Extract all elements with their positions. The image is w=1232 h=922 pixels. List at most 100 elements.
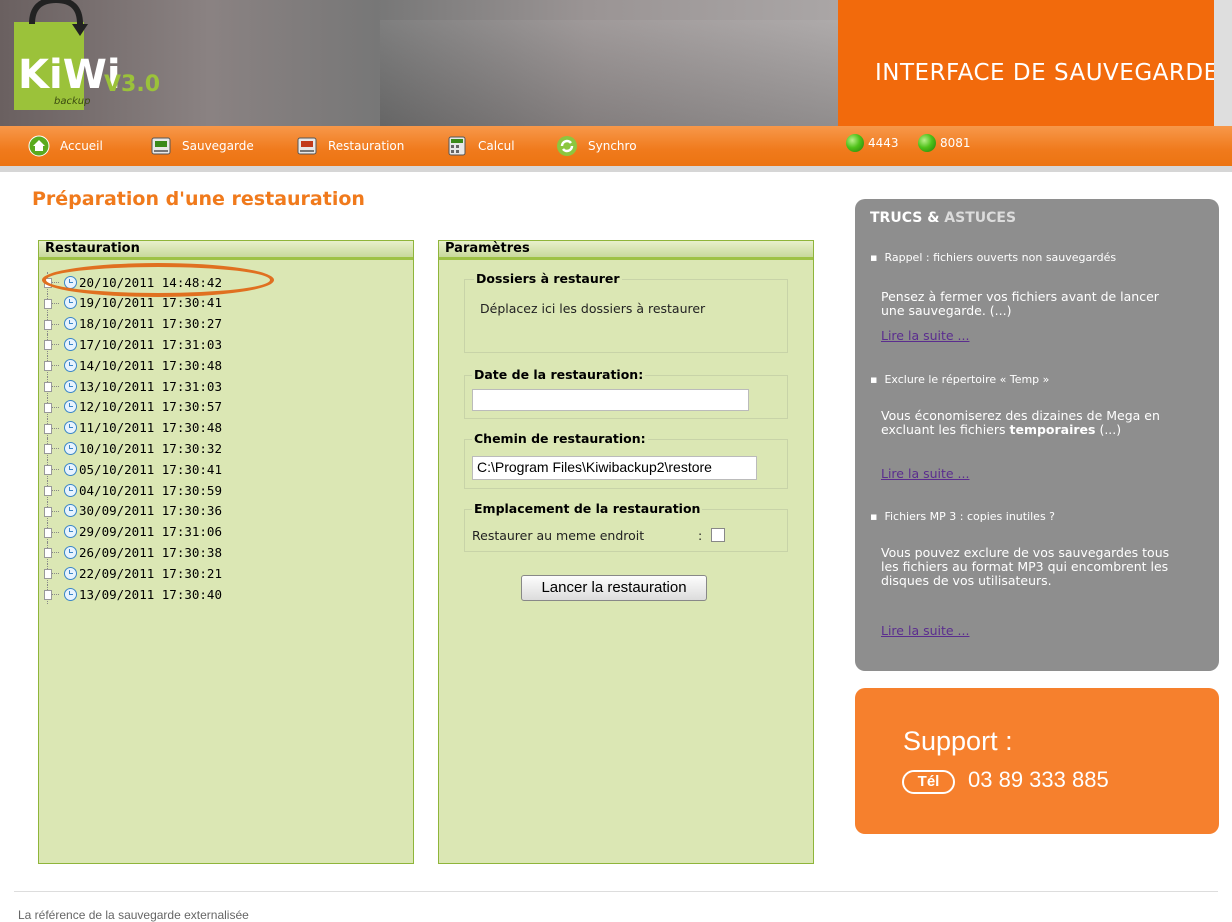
- nav-item-calcul[interactable]: Calcul: [446, 135, 515, 157]
- tree-item-label[interactable]: 22/09/2011 17:30:21: [79, 566, 222, 581]
- clock-icon: [64, 337, 77, 351]
- tree-connector[interactable]: [44, 542, 64, 563]
- clock-icon: [64, 504, 77, 518]
- chemin-legend: Chemin de restauration:: [472, 431, 648, 446]
- tip-3-link[interactable]: Lire la suite ...: [881, 623, 969, 638]
- server-status-4443: 4443: [846, 134, 899, 152]
- tip-1-link[interactable]: Lire la suite ...: [881, 328, 969, 343]
- tree-item-label[interactable]: 13/09/2011 17:30:40: [79, 587, 222, 602]
- kiwi-logo[interactable]: KiWi backup V3.0: [14, 0, 194, 120]
- tree-item[interactable]: 22/09/2011 17:30:21: [44, 563, 222, 584]
- clock-icon: [64, 441, 77, 455]
- date-input[interactable]: [472, 389, 749, 411]
- same-location-checkbox[interactable]: [711, 528, 725, 542]
- footer-text: La référence de la sauvegarde externalis…: [18, 908, 249, 922]
- tip-body-bold: temporaires: [1009, 422, 1096, 437]
- support-phone[interactable]: 03 89 333 885: [968, 767, 1109, 793]
- tree-connector[interactable]: [44, 417, 64, 438]
- tree-connector[interactable]: [44, 334, 64, 355]
- tree-item-label[interactable]: 12/10/2011 17:30:57: [79, 399, 222, 414]
- tree-item[interactable]: 05/10/2011 17:30:41: [44, 459, 222, 480]
- tree-item-label[interactable]: 30/09/2011 17:30:36: [79, 503, 222, 518]
- sync-icon: [557, 136, 577, 156]
- tree-connector[interactable]: [44, 480, 64, 500]
- tree-connector[interactable]: [44, 396, 64, 417]
- server-status-8081: 8081: [918, 134, 971, 152]
- header-title: INTERFACE DE SAUVEGARDE: [875, 60, 1219, 86]
- tip-2-head: ▪ Exclure le répertoire « Temp »: [870, 373, 1050, 386]
- nav-label: Accueil: [60, 139, 103, 153]
- dossiers-dropzone[interactable]: [464, 279, 788, 353]
- tree-item[interactable]: 10/10/2011 17:30:32: [44, 438, 222, 459]
- status-dot-icon: [846, 134, 864, 152]
- tree-item[interactable]: 30/09/2011 17:30:36: [44, 500, 222, 521]
- tree-item-label[interactable]: 05/10/2011 17:30:41: [79, 462, 222, 477]
- tree-item[interactable]: 13/09/2011 17:30:40: [44, 584, 222, 604]
- tips-title-a: TRUCS &: [870, 210, 945, 226]
- tree-item-label[interactable]: 04/10/2011 17:30:59: [79, 483, 222, 498]
- clock-icon: [64, 483, 77, 497]
- tip-head-text: Fichiers MP 3 : copies inutiles ?: [884, 510, 1056, 523]
- tip-3-head: ▪ Fichiers MP 3 : copies inutiles ?: [870, 510, 1056, 523]
- backup-icon: [151, 137, 171, 155]
- nav-item-restauration[interactable]: Restauration: [296, 135, 404, 157]
- tree-item[interactable]: 14/10/2011 17:30:48: [44, 355, 222, 376]
- tree-connector[interactable]: [44, 500, 64, 521]
- chemin-input[interactable]: C:\Program Files\Kiwibackup2\restore: [472, 456, 757, 480]
- header: KiWi backup V3.0 INTERFACE DE SAUVEGARDE: [0, 0, 1232, 126]
- tree-item[interactable]: 26/09/2011 17:30:38: [44, 542, 222, 563]
- tree-item[interactable]: 18/10/2011 17:30:27: [44, 313, 222, 334]
- tree-item[interactable]: 12/10/2011 17:30:57: [44, 396, 222, 417]
- tree-connector[interactable]: [44, 584, 64, 604]
- calculator-icon: [448, 136, 466, 156]
- home-icon: [28, 135, 50, 157]
- nav-item-sauvegarde[interactable]: Sauvegarde: [150, 135, 254, 157]
- nav-item-synchro[interactable]: Synchro: [556, 135, 637, 157]
- tree-item-label[interactable]: 19/10/2011 17:30:41: [79, 295, 222, 310]
- tip-2-link[interactable]: Lire la suite ...: [881, 466, 969, 481]
- tree-connector[interactable]: [44, 355, 64, 376]
- clock-icon: [64, 421, 77, 435]
- tree-connector[interactable]: [44, 459, 64, 480]
- tree-connector[interactable]: [44, 521, 64, 542]
- tree-item[interactable]: 29/09/2011 17:31:06: [44, 521, 222, 542]
- tree-item-label[interactable]: 26/09/2011 17:30:38: [79, 545, 222, 560]
- tree-item-label[interactable]: 11/10/2011 17:30:48: [79, 420, 222, 435]
- phone-badge-icon: Tél: [902, 770, 955, 794]
- tree-item-label[interactable]: 10/10/2011 17:30:32: [79, 441, 222, 456]
- tree-item-label[interactable]: 14/10/2011 17:30:48: [79, 358, 222, 373]
- version-label: V3.0: [104, 72, 160, 97]
- clock-icon: [64, 587, 77, 601]
- tree-connector[interactable]: [44, 376, 64, 396]
- support-box: [855, 688, 1219, 834]
- footer-divider: [14, 891, 1218, 892]
- clock-icon: [64, 317, 77, 331]
- tree-item-label[interactable]: 17/10/2011 17:31:03: [79, 337, 222, 352]
- header-scroll-edge: [1214, 0, 1232, 126]
- clock-icon: [64, 462, 77, 476]
- tree-item[interactable]: 11/10/2011 17:30:48: [44, 417, 222, 438]
- launch-restore-button[interactable]: Lancer la restauration: [521, 575, 707, 601]
- page-title: Préparation d'une restauration: [32, 188, 365, 210]
- tree-item-label[interactable]: 18/10/2011 17:30:27: [79, 316, 222, 331]
- nav-divider: [0, 166, 1232, 172]
- tip-1-head: ▪ Rappel : fichiers ouverts non sauvegar…: [870, 251, 1117, 264]
- server-port: 4443: [868, 136, 899, 150]
- nav-label: Calcul: [478, 139, 515, 153]
- tree-connector[interactable]: [44, 313, 64, 334]
- tree-item-label[interactable]: 29/09/2011 17:31:06: [79, 524, 222, 539]
- server-port: 8081: [940, 136, 971, 150]
- tree-item-label[interactable]: 13/10/2011 17:31:03: [79, 379, 222, 394]
- status-dot-icon: [918, 134, 936, 152]
- tree-connector[interactable]: [44, 563, 64, 584]
- tree-connector[interactable]: [44, 438, 64, 459]
- tip-head-text: Exclure le répertoire « Temp »: [884, 373, 1050, 386]
- tree-connector[interactable]: [44, 292, 64, 313]
- clock-icon: [64, 400, 77, 414]
- nav-item-accueil[interactable]: Accueil: [28, 135, 103, 157]
- emplacement-label: Restaurer au meme endroit: [472, 528, 645, 543]
- tree-item[interactable]: 17/10/2011 17:31:03: [44, 334, 222, 355]
- tree-item[interactable]: 04/10/2011 17:30:59: [44, 480, 222, 500]
- date-legend: Date de la restauration:: [472, 367, 646, 382]
- tree-item[interactable]: 13/10/2011 17:31:03: [44, 376, 222, 396]
